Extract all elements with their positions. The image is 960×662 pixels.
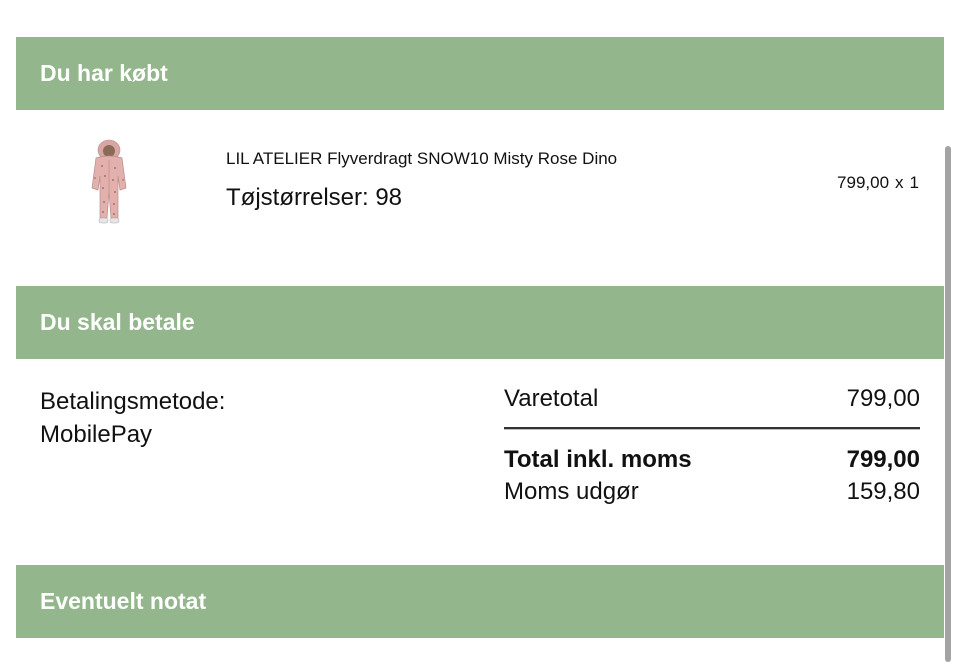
payment-method-value: MobilePay bbox=[40, 421, 153, 448]
product-price-value: 799,00 bbox=[837, 173, 890, 192]
total-label: Total inkl. moms bbox=[504, 446, 692, 473]
vat-row: Moms udgør 159,80 bbox=[504, 476, 920, 508]
product-size: Tøjstørrelser: 98 bbox=[226, 184, 403, 211]
subtotal-value: 799,00 bbox=[846, 385, 920, 412]
subtotal-row: Varetotal 799,00 bbox=[504, 383, 920, 415]
subtotal-label: Varetotal bbox=[504, 385, 599, 412]
section-header-note: Eventuelt notat bbox=[16, 565, 944, 638]
payment-method-label: Betalingsmetode: bbox=[40, 388, 226, 415]
vertical-scrollbar[interactable] bbox=[945, 146, 951, 662]
times-symbol: x bbox=[895, 173, 904, 192]
section-title-pay: Du skal betale bbox=[40, 309, 195, 335]
order-receipt-page: Du har købt LIL ATELIER Flyverdragt SNOW… bbox=[0, 0, 960, 662]
payment-method: Betalingsmetode: MobilePay bbox=[40, 385, 225, 451]
total-row: Total inkl. moms 799,00 bbox=[504, 444, 920, 476]
product-quantity: 1 bbox=[909, 173, 919, 192]
product-name[interactable]: LIL ATELIER Flyverdragt SNOW10 Misty Ros… bbox=[226, 149, 617, 169]
product-price-quantity: 799,00 x 1 bbox=[837, 173, 919, 193]
section-title-note: Eventuelt notat bbox=[40, 588, 207, 614]
product-image[interactable] bbox=[84, 136, 134, 228]
vat-value: 159,80 bbox=[846, 478, 920, 505]
vat-label: Moms udgør bbox=[504, 478, 639, 505]
totals-table: Varetotal 799,00 Total inkl. moms 799,00… bbox=[504, 383, 920, 508]
section-header-pay: Du skal betale bbox=[16, 286, 944, 359]
totals-divider bbox=[504, 427, 920, 430]
section-title-bought: Du har købt bbox=[40, 60, 168, 86]
section-header-bought: Du har købt bbox=[16, 37, 944, 110]
total-value: 799,00 bbox=[846, 446, 920, 473]
